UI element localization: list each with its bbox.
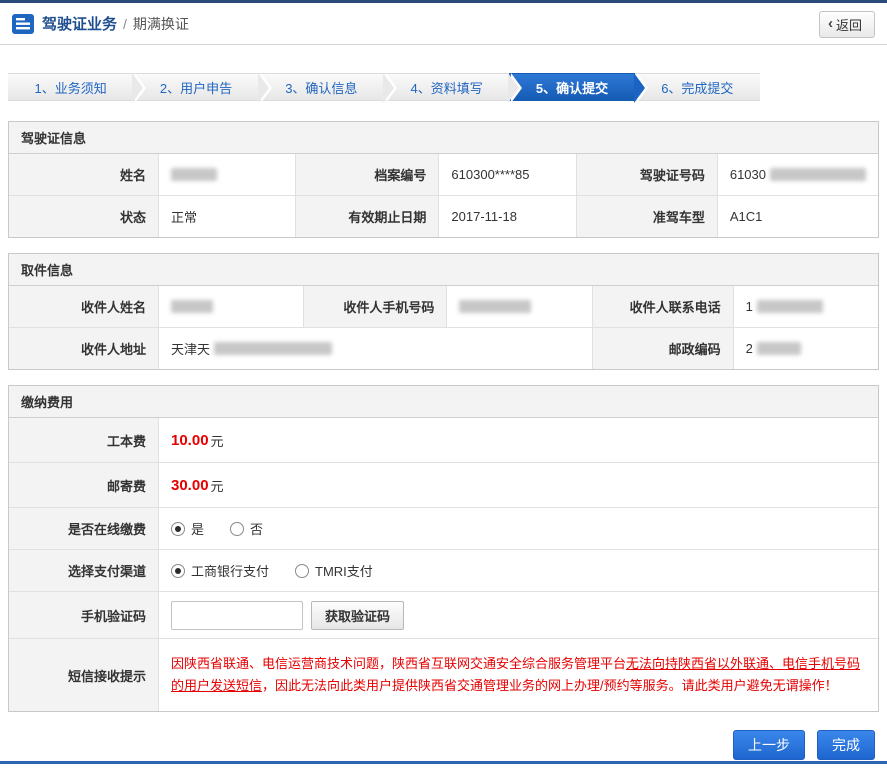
fees-section: 缴纳费用 工本费 10.00 元 邮寄费 30.00 元 是否在线缴费 是 否 … <box>8 385 879 712</box>
file-no-label: 档案编号 <box>296 154 439 195</box>
postcode-label: 邮政编码 <box>592 328 733 369</box>
step-label: 6、完成提交 <box>661 80 734 96</box>
postage-fee-label: 邮寄费 <box>9 463 158 507</box>
sms-warning-text: 因陕西省联通、电信运营商技术问题，陕西省互联网交通安全综合服务管理平台无法向持陕… <box>171 656 861 693</box>
radio-option-icbc[interactable]: 工商银行支付 <box>171 561 269 580</box>
redacted-value <box>214 342 333 355</box>
step-label: 2、用户申告 <box>159 80 233 96</box>
finish-button[interactable]: 完成 <box>817 730 875 760</box>
fees-section-title: 缴纳费用 <box>9 386 878 418</box>
sms-tip-label: 短信接收提示 <box>9 639 158 711</box>
page-title: 驾驶证业务 <box>42 16 118 33</box>
production-fee-amount: 10.00 <box>171 431 209 449</box>
postcode-value: 2 <box>733 328 878 369</box>
pay-channel-label: 选择支付渠道 <box>9 550 158 591</box>
sms-code-input[interactable] <box>171 600 303 630</box>
expiry-value: 2017-11-18 <box>439 196 576 237</box>
pickup-section-title: 取件信息 <box>9 254 878 286</box>
step-1-notice[interactable]: 1、业务须知 <box>8 73 147 103</box>
pay-channel-options: 工商银行支付 TMRI支付 <box>159 550 878 591</box>
radio-option-yes[interactable]: 是 <box>171 519 204 538</box>
fees-table: 工本费 10.00 元 邮寄费 30.00 元 是否在线缴费 是 否 选择支付渠… <box>9 418 878 711</box>
online-pay-options: 是 否 <box>159 508 878 549</box>
online-pay-label: 是否在线缴费 <box>9 508 158 549</box>
step-3-confirm-info[interactable]: 3、确认信息 <box>258 73 398 103</box>
step-label: 4、资料填写 <box>410 80 483 96</box>
bottom-accent-line <box>0 761 887 764</box>
recipient-name-label: 收件人姓名 <box>9 286 158 327</box>
recipient-phone-label: 收件人联系电话 <box>592 286 733 327</box>
breadcrumb-current: 期满换证 <box>132 15 189 32</box>
license-no-value: 61030 <box>717 154 878 195</box>
step-4-fill-data[interactable]: 4、资料填写 <box>383 73 523 103</box>
status-value: 正常 <box>159 196 296 237</box>
sms-code-label: 手机验证码 <box>9 592 158 638</box>
page-header: 驾驶证业务 / 期满换证 ‹ 返回 <box>0 3 887 45</box>
redacted-value <box>171 168 217 181</box>
sms-tip-value: 因陕西省联通、电信运营商技术问题，陕西省互联网交通安全综合服务管理平台无法向持陕… <box>159 639 878 711</box>
redacted-value <box>459 300 532 313</box>
step-label: 1、业务须知 <box>34 80 107 96</box>
status-label: 状态 <box>9 196 158 237</box>
step-6-complete[interactable]: 6、完成提交 <box>634 73 760 101</box>
license-no-label: 驾驶证号码 <box>576 154 717 195</box>
license-info-table: 姓名 档案编号 610300****85 驾驶证号码 61030 状态 正常 有… <box>9 154 878 237</box>
redacted-value <box>756 300 823 313</box>
postage-fee-unit: 元 <box>210 478 224 494</box>
redacted-value <box>770 168 866 181</box>
radio-unchecked-icon <box>295 563 310 578</box>
prev-step-button[interactable]: 上一步 <box>733 730 805 760</box>
step-label: 5、确认提交 <box>535 80 609 96</box>
redacted-value <box>171 300 213 313</box>
pickup-info-section: 取件信息 收件人姓名 收件人手机号码 收件人联系电话 1 收件人地址 天津天 邮… <box>8 253 879 370</box>
back-chevron-icon: ‹ <box>827 15 833 32</box>
postage-fee-amount: 30.00 <box>171 476 209 494</box>
file-no-value: 610300****85 <box>439 154 576 195</box>
production-fee-label: 工本费 <box>9 418 158 462</box>
back-button-label: 返回 <box>835 18 862 33</box>
step-nav: 1、业务须知 2、用户申告 3、确认信息 4、资料填写 5、确认提交 6、完成提… <box>8 73 760 103</box>
address-label: 收件人地址 <box>9 328 158 369</box>
address-value: 天津天 <box>159 328 592 369</box>
vehicle-type-label: 准驾车型 <box>576 196 717 237</box>
production-fee-unit: 元 <box>210 433 224 449</box>
radio-unchecked-icon <box>230 521 245 536</box>
recipient-mobile-value <box>447 286 592 327</box>
license-service-icon <box>12 13 34 34</box>
radio-option-no[interactable]: 否 <box>230 519 263 538</box>
breadcrumb-separator: / <box>123 15 127 32</box>
redacted-value <box>756 342 801 355</box>
step-2-declaration[interactable]: 2、用户申告 <box>133 73 273 103</box>
action-bar: 上一步 完成 <box>8 730 875 760</box>
radio-checked-icon <box>171 521 185 536</box>
radio-checked-icon <box>171 563 185 578</box>
step-label: 3、确认信息 <box>285 80 358 96</box>
recipient-phone-value: 1 <box>733 286 878 327</box>
production-fee-value: 10.00 元 <box>159 418 878 462</box>
name-value <box>159 154 296 195</box>
expiry-label: 有效期止日期 <box>296 196 439 237</box>
radio-option-tmri[interactable]: TMRI支付 <box>295 561 373 580</box>
back-button[interactable]: ‹ 返回 <box>818 11 875 38</box>
postage-fee-value: 30.00 元 <box>159 463 878 507</box>
recipient-name-value <box>159 286 304 327</box>
sms-code-row: 获取验证码 <box>159 592 878 638</box>
name-label: 姓名 <box>9 154 158 195</box>
step-5-confirm-submit[interactable]: 5、确认提交 <box>509 73 649 103</box>
license-info-section: 驾驶证信息 姓名 档案编号 610300****85 驾驶证号码 61030 状… <box>8 121 879 238</box>
license-section-title: 驾驶证信息 <box>9 122 878 154</box>
get-code-button[interactable]: 获取验证码 <box>311 600 405 630</box>
pickup-info-table: 收件人姓名 收件人手机号码 收件人联系电话 1 收件人地址 天津天 邮政编码 2 <box>9 286 878 369</box>
vehicle-type-value: A1C1 <box>717 196 878 237</box>
recipient-mobile-label: 收件人手机号码 <box>304 286 447 327</box>
